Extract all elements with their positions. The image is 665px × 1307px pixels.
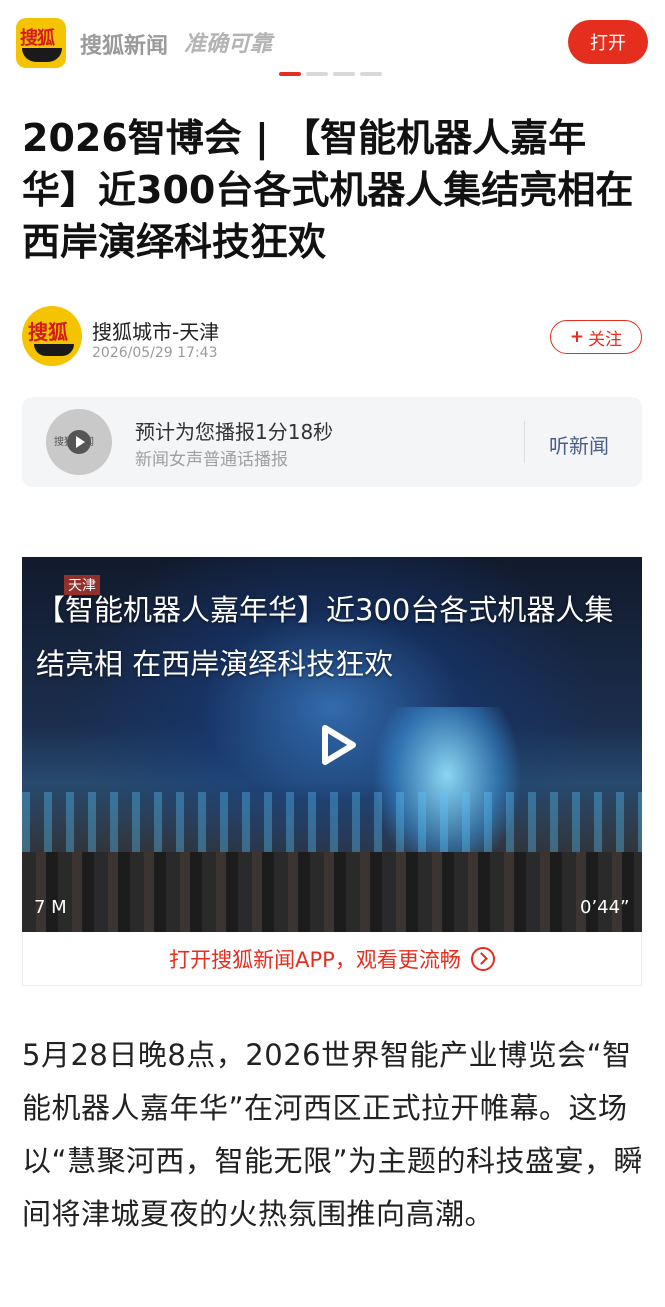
brand-slogan: 准确可靠: [184, 32, 273, 57]
app-header: 搜狐 搜狐新闻 准确可靠 打开: [0, 0, 665, 86]
listen-news-button[interactable]: 听新闻: [549, 430, 609, 459]
open-app-button[interactable]: 打开: [568, 20, 648, 64]
follow-button[interactable]: + 关注: [550, 320, 642, 354]
sohu-logo-icon: 搜狐: [16, 18, 66, 68]
plus-icon: +: [569, 327, 585, 347]
indicator-dot: [306, 72, 328, 76]
video-duration: 0’44”: [580, 897, 630, 918]
publish-time: 2026/05/29 17:43: [92, 345, 218, 361]
page-indicator: [279, 72, 382, 76]
video-player[interactable]: 天津 【智能机器人嘉年华】近300台各式机器人集结亮相 在西岸演绎科技狂欢 7 …: [22, 557, 642, 932]
follow-label: 关注: [588, 329, 623, 350]
audio-duration-text: 预计为您播报1分18秒: [135, 420, 334, 444]
article-title: 2026智博会 | 【智能机器人嘉年华】近300台各式机器人集结亮相在西岸演绎科…: [22, 116, 634, 264]
video-title: 【智能机器人嘉年华】近300台各式机器人集结亮相 在西岸演绎科技狂欢: [36, 593, 614, 681]
logo-text: 搜狐: [20, 28, 55, 49]
audio-player-card[interactable]: 搜狐新闻 预计为您播报1分18秒 新闻女声普通话播报 听新闻: [22, 397, 642, 487]
audio-disc-icon[interactable]: 搜狐新闻: [46, 409, 112, 475]
author-avatar[interactable]: 搜狐: [22, 306, 82, 366]
article-paragraph: 5月28日晚8点，2026世界智能产业博览会“智能机器人嘉年华”在河西区正式拉开…: [22, 1038, 644, 1231]
open-app-link[interactable]: 打开搜狐新闻APP，观看更流畅: [22, 932, 642, 986]
avatar-swoosh: [34, 344, 74, 356]
play-icon[interactable]: [311, 720, 361, 770]
video-thumbnail-screen: [22, 792, 642, 852]
open-app-label: 打开搜狐新闻APP，观看更流畅: [169, 947, 461, 972]
chevron-right-circle-icon: [470, 946, 495, 971]
logo-swoosh: [22, 48, 62, 62]
indicator-dot: [360, 72, 382, 76]
play-icon[interactable]: [67, 430, 91, 454]
brand-name: 搜狐新闻: [80, 34, 169, 59]
indicator-dot: [333, 72, 355, 76]
video-thumbnail-crowd: [22, 852, 642, 932]
avatar-text: 搜狐: [28, 320, 68, 344]
audio-voice-text: 新闻女声普通话播报: [135, 450, 288, 470]
author-name[interactable]: 搜狐城市-天津: [92, 316, 219, 345]
video-size: 7 M: [34, 897, 67, 918]
divider: [524, 421, 525, 463]
indicator-dot-active: [279, 72, 301, 76]
